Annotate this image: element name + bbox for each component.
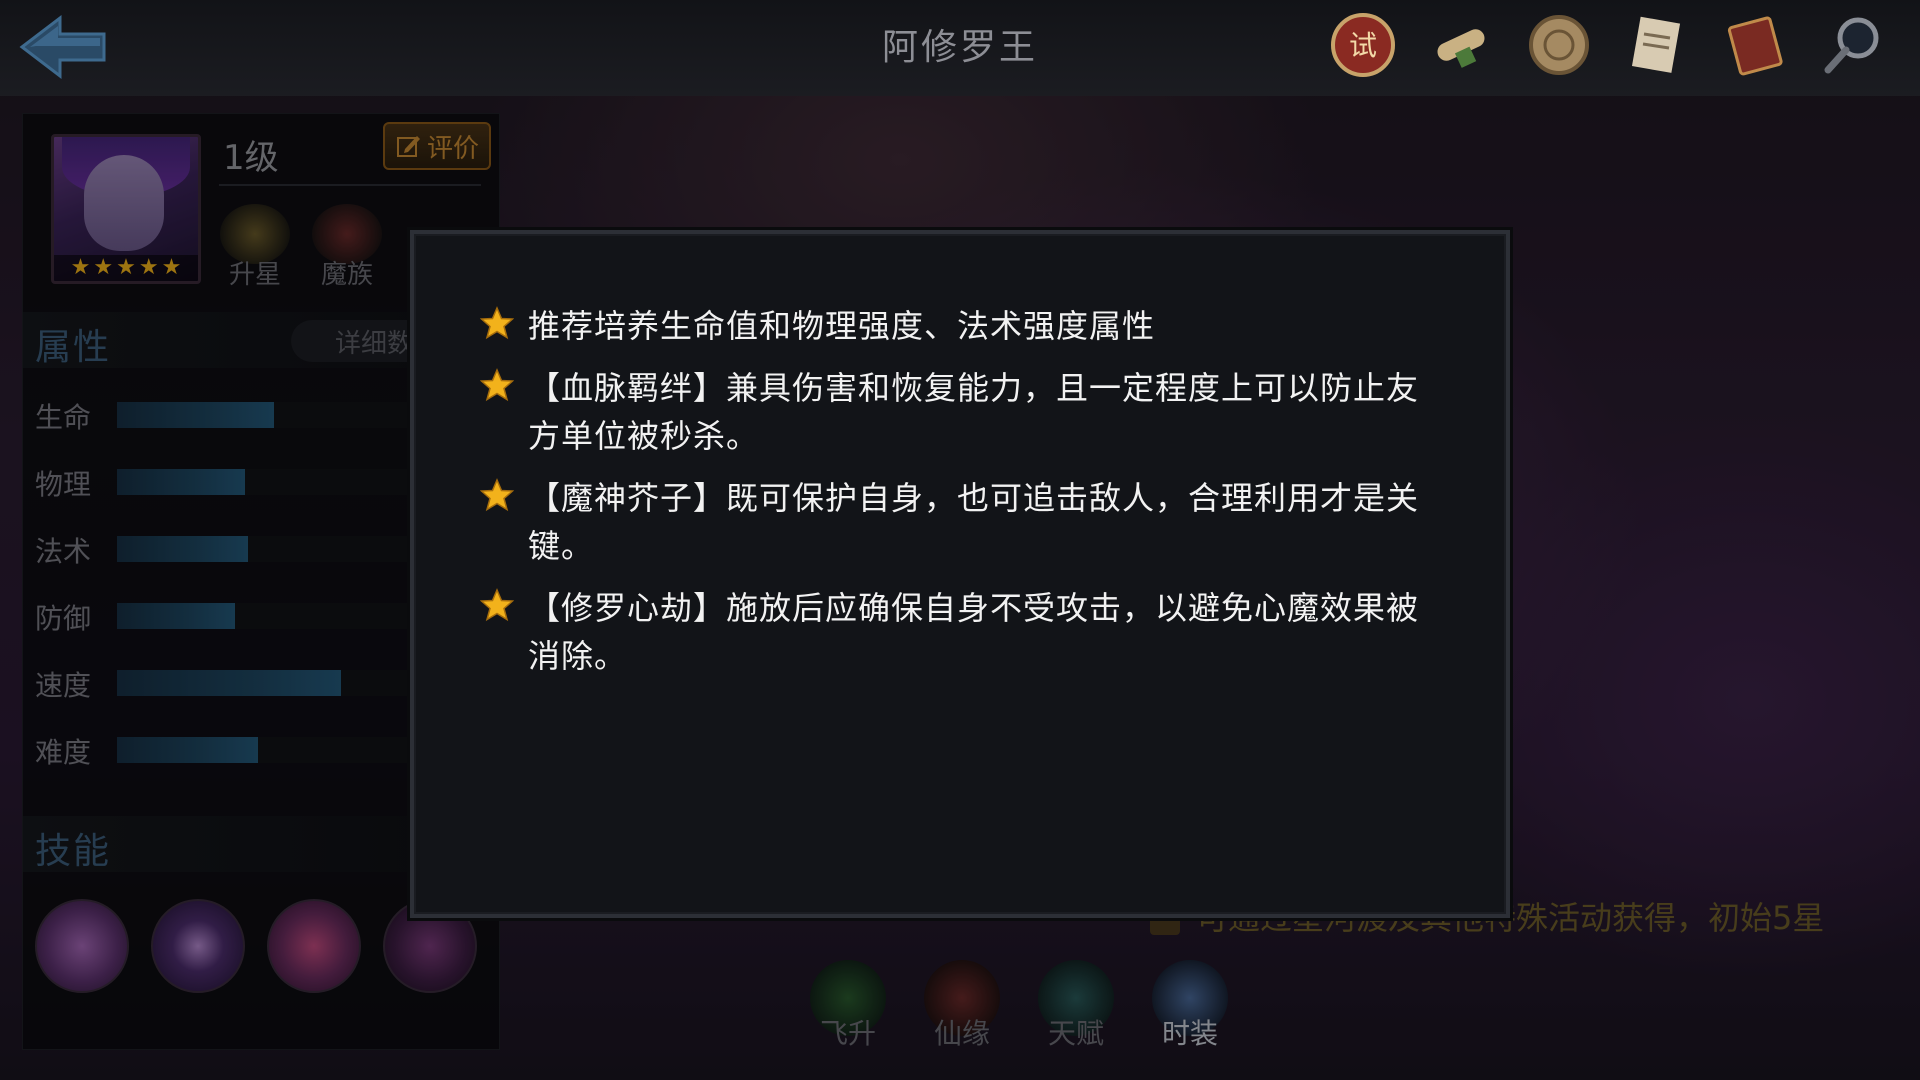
tip-text: 推荐培养生命值和物理强度、法术强度属性 bbox=[528, 307, 1156, 345]
attributes-heading: 属性 bbox=[35, 327, 112, 368]
stat-bar-fill bbox=[117, 603, 236, 629]
star-icon: ★ bbox=[93, 255, 114, 280]
nav-label: 天赋 bbox=[1047, 1017, 1104, 1050]
stat-bar bbox=[117, 603, 437, 629]
edit-icon bbox=[396, 136, 420, 157]
nav-fate[interactable]: 仙缘 bbox=[922, 960, 1002, 1052]
bottom-nav: 飞升 仙缘 天赋 时装 bbox=[808, 960, 1230, 1052]
detail-stats-label: 详细数 bbox=[335, 328, 414, 359]
stat-name: 物理 bbox=[35, 468, 92, 501]
document-icon[interactable] bbox=[1620, 8, 1694, 82]
badge-label: 魔族 bbox=[320, 260, 373, 290]
tip-text: 【血脉羁绊】兼具伤害和恢复能力，且一定程度上可以防止友方单位被秒杀。 bbox=[528, 369, 1420, 455]
stat-name: 法术 bbox=[35, 535, 92, 568]
stat-bar-fill bbox=[117, 670, 341, 696]
nav-talent[interactable]: 天赋 bbox=[1036, 960, 1116, 1052]
star-icon: ★ bbox=[161, 255, 182, 280]
stat-bar bbox=[117, 536, 437, 562]
magnifier-icon[interactable] bbox=[1816, 8, 1890, 82]
book-icon[interactable] bbox=[1718, 8, 1792, 82]
skill-icon[interactable] bbox=[267, 899, 361, 993]
stat-bar-fill bbox=[117, 469, 245, 495]
star-icon: ★ bbox=[70, 255, 91, 280]
hero-star-rating: ★ ★ ★ ★ ★ bbox=[54, 255, 198, 281]
badge-label: 升星 bbox=[228, 260, 281, 290]
stat-name: 难度 bbox=[35, 736, 92, 769]
rate-button[interactable]: 评价 bbox=[383, 122, 491, 170]
tip-item: 【魔神芥子】既可保护自身，也可追击敌人，合理利用才是关键。 bbox=[479, 474, 1440, 570]
stat-bar bbox=[117, 402, 437, 428]
skill-icon[interactable] bbox=[35, 899, 129, 993]
stat-bar-fill bbox=[117, 737, 258, 763]
stat-name: 生命 bbox=[35, 401, 92, 434]
stat-bar bbox=[117, 469, 437, 495]
scroll-icon[interactable] bbox=[1424, 8, 1498, 82]
trial-seal-icon[interactable]: 试 bbox=[1326, 8, 1400, 82]
star-bullet-icon bbox=[479, 368, 515, 402]
skills-heading: 技能 bbox=[35, 831, 112, 872]
stat-bar-fill bbox=[117, 536, 249, 562]
tip-item: 【修罗心劫】施放后应确保自身不受攻击，以避免心魔效果被消除。 bbox=[479, 584, 1440, 680]
stat-name: 速度 bbox=[35, 669, 92, 702]
nav-costume[interactable]: 时装 bbox=[1150, 960, 1230, 1052]
stat-name: 防御 bbox=[35, 602, 92, 635]
stat-bar bbox=[117, 737, 437, 763]
tip-text: 【魔神芥子】既可保护自身，也可追击敌人，合理利用才是关键。 bbox=[528, 479, 1420, 565]
svg-text:试: 试 bbox=[1349, 29, 1377, 62]
star-icon: ★ bbox=[138, 255, 159, 280]
level-progress-line bbox=[219, 184, 481, 186]
nav-ascend[interactable]: 飞升 bbox=[808, 960, 888, 1052]
top-bar: 阿修罗王 试 bbox=[0, 0, 1920, 96]
skill-icon[interactable] bbox=[151, 899, 245, 993]
star-icon: ★ bbox=[116, 255, 136, 280]
tip-text: 【修罗心劫】施放后应确保自身不受攻击，以避免心魔效果被消除。 bbox=[528, 589, 1420, 675]
rate-button-label: 评价 bbox=[426, 133, 479, 164]
tip-item: 【血脉羁绊】兼具伤害和恢复能力，且一定程度上可以防止友方单位被秒杀。 bbox=[479, 364, 1440, 460]
tip-item: 推荐培养生命值和物理强度、法术强度属性 bbox=[479, 302, 1440, 350]
hero-level: 1级 bbox=[223, 138, 279, 178]
stat-bar-fill bbox=[117, 402, 274, 428]
star-bullet-icon bbox=[479, 588, 515, 622]
nav-label: 时装 bbox=[1161, 1017, 1218, 1050]
star-bullet-icon bbox=[479, 306, 515, 340]
hero-portrait[interactable]: ★ ★ ★ ★ ★ bbox=[51, 134, 201, 284]
tips-modal: 推荐培养生命值和物理强度、法术强度属性 【血脉羁绊】兼具伤害和恢复能力，且一定程… bbox=[410, 230, 1510, 918]
medallion-icon[interactable] bbox=[1522, 8, 1596, 82]
clan-badge[interactable]: 魔族 bbox=[305, 204, 389, 291]
nav-label: 飞升 bbox=[819, 1017, 876, 1050]
stat-bar bbox=[117, 670, 437, 696]
star-up-badge[interactable]: 升星 bbox=[213, 204, 297, 291]
nav-label: 仙缘 bbox=[933, 1017, 990, 1050]
star-bullet-icon bbox=[479, 478, 515, 512]
